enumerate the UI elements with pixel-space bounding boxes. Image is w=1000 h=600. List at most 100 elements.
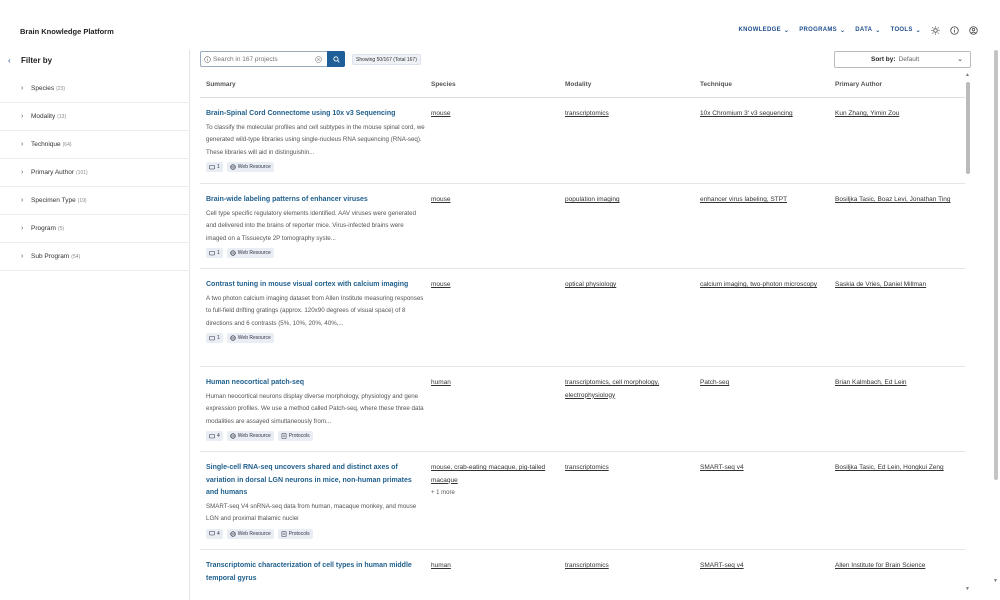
modality-link[interactable]: transcriptomics — [565, 562, 609, 569]
globe-icon — [230, 530, 236, 537]
sun-icon[interactable] — [930, 25, 940, 35]
author-link[interactable]: Kun Zhang, Yimin Zou — [835, 110, 899, 117]
page-scrollbar-thumb[interactable] — [994, 50, 998, 480]
technique-link[interactable]: SMART-seq v4 — [700, 464, 744, 471]
comment-badge[interactable]: 4 — [206, 528, 223, 539]
comment-badge[interactable]: 1 — [206, 333, 223, 343]
column-header-modality[interactable]: Modality — [559, 81, 694, 88]
scroll-up-icon[interactable]: ▲ — [965, 72, 970, 78]
author-link[interactable]: Saskia de Vries, Daniel Millman — [835, 281, 926, 288]
nav-programs[interactable]: PROGRAMS ⌄ — [799, 27, 845, 34]
chevron-down-icon: ⌄ — [783, 27, 790, 34]
modality-link[interactable]: transcriptomics, cell morphology, electr… — [565, 379, 659, 399]
project-title-link[interactable]: Brain-Spinal Cord Connectome using 10x v… — [206, 108, 425, 121]
summary-cell: Brain-wide labeling patterns of enhancer… — [200, 194, 425, 268]
species-cell: human — [425, 377, 559, 451]
chevron-down-icon: ⌄ — [915, 27, 921, 34]
table-row[interactable]: Contrast tuning in mouse visual cortex w… — [200, 269, 965, 367]
table-row[interactable]: Transcriptomic characterization of cell … — [200, 550, 965, 590]
info-icon[interactable] — [949, 25, 959, 35]
more-species-link[interactable]: + 1 more — [431, 487, 559, 499]
page-scrollbar[interactable]: ▼ — [991, 44, 1000, 600]
column-header-primary-author[interactable]: Primary Author — [829, 81, 965, 88]
badge-group: 4 Web Resource Protocols — [206, 528, 425, 539]
technique-link[interactable]: enhancer virus labeling, STPT — [700, 196, 787, 203]
table-row[interactable]: Single-cell RNA-seq uncovers shared and … — [200, 452, 965, 550]
comment-badge[interactable]: 4 — [206, 431, 223, 441]
web-resource-badge[interactable]: Web Resource — [226, 333, 274, 343]
protocols-badge[interactable]: Protocols — [277, 528, 313, 539]
modality-link[interactable]: transcriptomics — [565, 110, 609, 117]
modality-link[interactable]: population imaging — [565, 196, 620, 203]
column-header-summary[interactable]: Summary — [200, 81, 425, 88]
project-title-link[interactable]: Transcriptomic characterization of cell … — [206, 560, 425, 585]
column-header-technique[interactable]: Technique — [694, 81, 829, 88]
facet-count: (64) — [62, 141, 72, 148]
column-header-species[interactable]: Species — [425, 81, 559, 88]
nav-data[interactable]: DATA ⌄ — [855, 27, 880, 34]
web-resource-badge[interactable]: Web Resource — [226, 162, 274, 172]
species-link[interactable]: human — [431, 562, 451, 569]
species-link[interactable]: mouse — [431, 110, 451, 117]
nav-tools[interactable]: TOOLS ⌄ — [891, 27, 921, 34]
species-link[interactable]: human — [431, 379, 451, 386]
app-title[interactable]: Brain Knowledge Platform — [20, 27, 114, 36]
web-resource-badge[interactable]: Web Resource — [226, 431, 274, 441]
facet-specimen-type[interactable]: › Specimen Type (19) — [0, 187, 190, 215]
nav-knowledge-label: KNOWLEDGE — [738, 27, 781, 33]
web-resource-badge[interactable]: Web Resource — [226, 528, 274, 539]
project-title-link[interactable]: Brain-wide labeling patterns of enhancer… — [206, 194, 425, 207]
web-resource-badge[interactable]: Web Resource — [226, 248, 274, 258]
badge-group: 4 Web Resource Protocols — [206, 431, 425, 441]
table-row[interactable]: Human neocortical patch-seq Human neocor… — [200, 367, 965, 452]
project-title-link[interactable]: Human neocortical patch-seq — [206, 377, 425, 390]
species-cell: human — [425, 560, 559, 590]
comment-badge[interactable]: 1 — [206, 162, 223, 172]
nav-programs-label: PROGRAMS — [799, 27, 837, 33]
project-title-link[interactable]: Single-cell RNA-seq uncovers shared and … — [206, 462, 425, 500]
scroll-down-icon[interactable]: ▼ — [965, 586, 970, 592]
technique-link[interactable]: calcium imaging, two-photon microscopy — [700, 281, 817, 288]
comment-badge[interactable]: 1 — [206, 248, 223, 258]
info-icon — [201, 55, 213, 63]
facet-label: Specimen Type — [31, 197, 76, 204]
chevron-left-icon[interactable]: ‹ — [8, 56, 20, 65]
species-link[interactable]: mouse — [431, 196, 451, 203]
technique-link[interactable]: SMART-seq v4 — [700, 562, 744, 569]
search-input[interactable] — [213, 55, 313, 63]
facet-technique[interactable]: › Technique (64) — [0, 131, 190, 159]
search-button[interactable] — [327, 51, 345, 67]
facet-program[interactable]: › Program (5) — [0, 215, 190, 243]
technique-link[interactable]: Patch-seq — [700, 379, 729, 386]
clear-icon[interactable] — [313, 55, 323, 63]
sort-select[interactable]: Sort by: Default ⌄ — [834, 51, 971, 68]
project-title-link[interactable]: Contrast tuning in mouse visual cortex w… — [206, 279, 425, 292]
table-scrollbar-thumb[interactable] — [966, 82, 970, 174]
species-link[interactable]: mouse — [431, 281, 451, 288]
species-link[interactable]: mouse, crab-eating macaque, pig-tailed m… — [431, 464, 545, 484]
technique-link[interactable]: 10x Chromium 3' v3 sequencing — [700, 110, 793, 117]
modality-link[interactable]: optical physiology — [565, 281, 616, 288]
table-row[interactable]: Brain-wide labeling patterns of enhancer… — [200, 184, 965, 269]
facet-label: Sub Program — [31, 253, 70, 260]
nav-knowledge[interactable]: KNOWLEDGE ⌄ — [739, 27, 790, 34]
author-link[interactable]: Brian Kalmbach, Ed Lein — [835, 379, 907, 386]
modality-cell: population imaging — [559, 194, 694, 268]
user-icon[interactable] — [968, 25, 978, 35]
facet-modality[interactable]: › Modality (13) — [0, 103, 190, 131]
search-box — [200, 51, 345, 67]
table-row[interactable]: Brain-Spinal Cord Connectome using 10x v… — [200, 98, 965, 184]
facet-species[interactable]: › Species (23) — [0, 75, 190, 103]
modality-link[interactable]: transcriptomics — [565, 464, 609, 471]
author-link[interactable]: Allen Institute for Brain Science — [835, 562, 925, 569]
author-link[interactable]: Bosiljka Tasic, Ed Lein, Hongkui Zeng — [835, 464, 944, 471]
protocols-badge[interactable]: Protocols — [277, 431, 313, 441]
table-scrollbar[interactable]: ▲ ▼ — [965, 72, 971, 592]
author-link[interactable]: Bosiljka Tasic, Boaz Levi, Jonathan Ting — [835, 196, 951, 203]
scroll-down-icon[interactable]: ▼ — [993, 578, 998, 584]
facet-sub-program[interactable]: › Sub Program (54) — [0, 243, 190, 271]
facet-primary-author[interactable]: › Primary Author (101) — [0, 159, 190, 187]
filter-header[interactable]: ‹ Filter by — [0, 50, 189, 70]
comment-count: 4 — [217, 433, 220, 439]
nav-data-label: DATA — [855, 27, 873, 33]
